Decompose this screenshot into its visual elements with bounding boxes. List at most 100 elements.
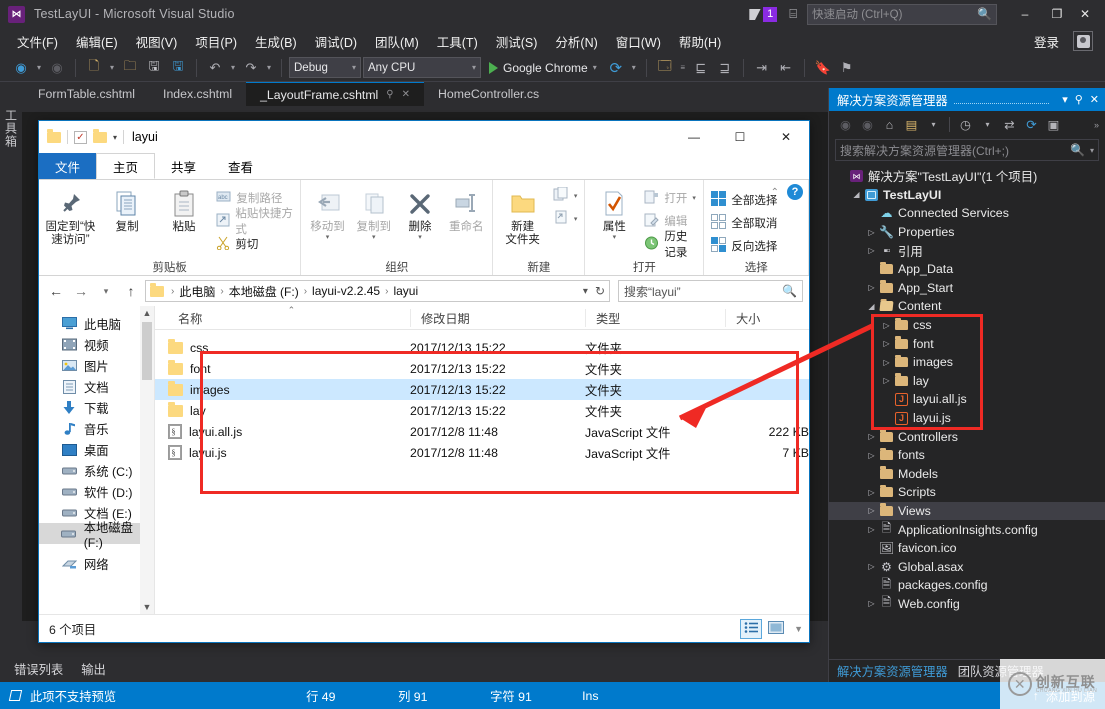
nav-item[interactable]: 本地磁盘 (F:) — [39, 521, 154, 550]
breadcrumb[interactable]: › 此电脑 › 本地磁盘 (F:) › layui-v2.2.45 › layu… — [145, 280, 610, 302]
solution-platform-select[interactable]: Any CPU ▾ — [363, 57, 481, 78]
find-in-files-icon[interactable]: 🗔 — [654, 57, 676, 79]
open-file-icon[interactable]: 🗀 — [119, 57, 141, 79]
account-avatar-icon[interactable] — [1073, 31, 1093, 51]
expand-chevron-icon[interactable]: ▷ — [865, 562, 878, 571]
expand-chevron-icon[interactable]: ▷ — [880, 321, 893, 330]
menu-view[interactable]: 视图(V) — [127, 29, 187, 54]
solution-tree-item[interactable]: ◢ Content — [829, 297, 1105, 316]
refresh-icon[interactable]: ↻ — [595, 284, 605, 298]
increase-indent-icon[interactable]: ⇤ — [775, 57, 797, 79]
solution-configuration-select[interactable]: Debug ▾ — [289, 57, 361, 78]
collapse-ribbon-icon[interactable]: ⌃ — [771, 187, 779, 198]
se-switch-views-icon[interactable]: ▤ — [901, 114, 922, 135]
vs-close-button[interactable]: ✕ — [1073, 0, 1105, 28]
send-feedback-icon[interactable]: ⌸ — [789, 6, 797, 22]
quick-launch-input[interactable]: 快速启动 (Ctrl+Q) 🔍 — [807, 3, 997, 25]
close-tab-icon[interactable]: ✕ — [402, 89, 410, 100]
menu-team[interactable]: 团队(M) — [366, 29, 428, 54]
se-search-options-icon[interactable]: ▾ — [1090, 146, 1094, 155]
solution-tree-item[interactable]: ▷ Scripts — [829, 483, 1105, 502]
help-icon[interactable]: ? — [787, 184, 803, 200]
nav-item[interactable]: 软件 (D:) — [39, 481, 154, 502]
nav-item[interactable]: 此电脑 — [39, 313, 154, 334]
navigate-forward-icon[interactable]: ◉ — [46, 57, 68, 79]
solution-tree-item[interactable]: 🗎 packages.config — [829, 576, 1105, 595]
sign-in-link[interactable]: 登录 — [1034, 32, 1059, 51]
solution-tree-item[interactable]: ▷ images — [829, 353, 1105, 372]
solution-tree-item[interactable]: ▷ ▪▫ 引用 — [829, 241, 1105, 260]
tab-homecontroller[interactable]: HomeController.cs — [424, 82, 553, 106]
solution-tree-item[interactable]: ▷ font — [829, 334, 1105, 353]
file-row[interactable]: lay 2017/12/13 15:22 文件夹 — [155, 400, 809, 421]
solution-tree-item[interactable]: Models — [829, 465, 1105, 484]
ribbon-tab-view[interactable]: 查看 — [212, 153, 269, 179]
expand-chevron-icon[interactable]: ▷ — [865, 228, 878, 237]
expand-chevron-icon[interactable]: ▷ — [865, 451, 878, 460]
new-folder-qat-icon[interactable] — [93, 129, 107, 143]
menu-project[interactable]: 项目(P) — [186, 29, 246, 54]
se-forward-icon[interactable]: ◉ — [857, 114, 878, 135]
forward-icon[interactable]: → — [70, 280, 92, 302]
expand-chevron-icon[interactable]: ▷ — [880, 339, 893, 348]
start-debugging-button[interactable]: Google Chrome ▾ — [483, 61, 603, 75]
nav-item[interactable]: 文档 — [39, 376, 154, 397]
navigate-backward-icon[interactable]: ◉ — [10, 57, 32, 79]
cut-button[interactable]: 剪切 — [213, 234, 296, 254]
tab-formtable[interactable]: FormTable.cshtml — [24, 82, 149, 106]
ribbon-tab-home[interactable]: 主页 — [96, 153, 156, 179]
refresh-dropdown-icon[interactable]: ▾ — [629, 63, 639, 72]
pin-to-quick-access-button[interactable]: 固定到“快 速访问” — [43, 183, 98, 247]
scroll-down-icon[interactable]: ▼ — [143, 600, 152, 614]
menu-tools[interactable]: 工具(T) — [428, 29, 487, 54]
menu-analyze[interactable]: 分析(N) — [546, 29, 606, 54]
file-list[interactable]: css 2017/12/13 15:22 文件夹 font 2017/12/13 15:… — [155, 330, 809, 463]
ribbon-tab-share[interactable]: 共享 — [155, 153, 212, 179]
se-views-dropdown-icon[interactable]: ▾ — [923, 114, 944, 135]
explorer-maximize-button[interactable]: ☐ — [717, 122, 763, 153]
new-project-dropdown-icon[interactable]: ▾ — [107, 63, 117, 72]
delete-button[interactable]: 删除 ▾ — [398, 183, 442, 242]
invert-selection-button[interactable]: 反向选择 — [708, 236, 780, 256]
menu-test[interactable]: 测试(S) — [487, 29, 547, 54]
close-panel-icon[interactable]: ✕ — [1090, 93, 1099, 106]
solution-tree-item[interactable]: ▷ Views — [829, 501, 1105, 521]
solution-tree-item[interactable]: 🖼 favicon.ico — [829, 539, 1105, 558]
decrease-indent-icon[interactable]: ⇥ — [751, 57, 773, 79]
notifications-funnel-icon[interactable]: 1 — [748, 6, 778, 22]
nav-item[interactable]: 图片 — [39, 355, 154, 376]
undo-dropdown-icon[interactable]: ▾ — [228, 63, 238, 72]
solution-tree-item[interactable]: ▷ 🗎 Web.config — [829, 595, 1105, 614]
vs-maximize-button[interactable]: ❐ — [1041, 0, 1073, 28]
se-sync-icon[interactable]: ⇄ — [999, 114, 1020, 135]
collapse-chevron-icon[interactable]: ◢ — [865, 302, 878, 311]
new-item-button[interactable]: ▾ — [550, 186, 581, 206]
solution-tree-item[interactable]: ▷ fonts — [829, 446, 1105, 465]
solution-tree-item[interactable]: ▷ App_Start — [829, 279, 1105, 298]
toggle-bookmark-icon[interactable]: 🔖 — [812, 57, 834, 79]
se-refresh-icon[interactable]: ⟳ — [1021, 114, 1042, 135]
toolbox-panel-tab[interactable]: 工具箱 — [0, 88, 22, 168]
column-header-size[interactable]: 大小 — [725, 308, 809, 327]
next-bookmark-icon[interactable]: ⚑ — [836, 57, 858, 79]
solution-tree-item[interactable]: Jlayui.js — [829, 409, 1105, 428]
nav-scrollbar[interactable]: ▲ ▼ — [140, 306, 154, 614]
solution-tree-item[interactable]: ▷ 🗎 ApplicationInsights.config — [829, 520, 1105, 539]
solution-tree-item[interactable]: Jlayui.all.js — [829, 390, 1105, 409]
breadcrumb-item-1[interactable]: 本地磁盘 (F:) — [229, 283, 299, 300]
properties-qat-icon[interactable]: ✓ — [74, 130, 87, 144]
easy-access-button[interactable]: ▾ — [550, 209, 581, 229]
solution-tree-item[interactable]: ☁ Connected Services — [829, 204, 1105, 223]
up-icon[interactable]: ↑ — [120, 280, 142, 302]
history-button[interactable]: 历史记录 — [641, 231, 699, 259]
expand-chevron-icon[interactable]: ▷ — [865, 599, 878, 608]
column-header-type[interactable]: 类型 — [585, 308, 725, 327]
file-row[interactable]: § layui.all.js 2017/12/8 11:48 JavaScript 文… — [155, 421, 809, 442]
vs-minimize-button[interactable]: – — [1009, 0, 1041, 28]
expand-chevron-icon[interactable]: ▷ — [865, 525, 878, 534]
tab-layoutframe[interactable]: _LayoutFrame.cshtml ⚲ ✕ — [246, 82, 425, 106]
tab-output[interactable]: 输出 — [81, 660, 106, 678]
explorer-file-list-pane[interactable]: 名称 ⌃ 修改日期 类型 大小 css 2017/12/13 15:22 文件夹 fo… — [155, 306, 809, 614]
view-more-icon[interactable]: ▼ — [794, 624, 803, 634]
collapse-chevron-icon[interactable]: ◢ — [850, 190, 863, 199]
